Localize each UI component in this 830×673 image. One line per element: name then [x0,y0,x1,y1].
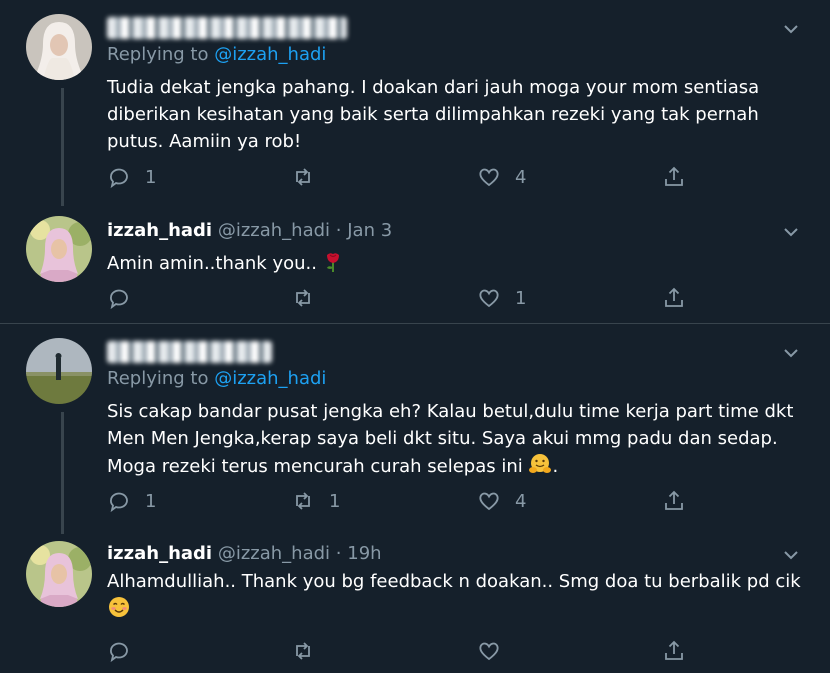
avatar-user-3[interactable] [26,338,92,404]
tweet-date[interactable]: 19h [347,543,381,564]
retweet-button[interactable]: 1 [291,486,340,516]
share-button[interactable] [662,283,686,313]
tweet-header [107,14,810,42]
user-handle[interactable]: @izzah_hadi [218,543,330,564]
tweet-header: izzah_hadi @izzah_hadi · 19h [107,540,810,568]
reply-icon [110,642,128,663]
like-icon [479,289,499,308]
share-button[interactable] [662,486,686,516]
retweet-icon [296,492,310,510]
chevron-down-icon[interactable] [782,546,800,564]
avatar-user-1[interactable] [26,14,92,80]
like-button[interactable]: 4 [477,486,526,516]
tweet-text-wrap: Sis cakap bandar pusat jengka eh? Kalau … [107,398,797,480]
reply-button[interactable]: 1 [107,486,156,516]
tweet-text: Tudia dekat jengka pahang. I doakan dari… [107,77,760,152]
tweet-text: Alhamdulliah.. Thank you bg feedback n d… [107,571,801,592]
mention-link[interactable]: @izzah_hadi [214,368,326,389]
reply-count: 1 [145,166,157,188]
replying-to: Replying to @izzah_hadi [107,366,810,392]
separator-dot: · [335,220,342,241]
display-name[interactable]: izzah_hadi [107,543,212,564]
like-count: 1 [515,287,527,309]
tweet-3[interactable]: Replying to @izzah_hadi Sis cakap bandar… [0,324,830,534]
retweet-count: 1 [329,490,341,512]
retweet-button[interactable] [291,636,329,666]
reply-icon [110,289,128,310]
like-icon [479,492,499,511]
display-name[interactable]: izzah_hadi [107,220,212,241]
tweet-header [107,338,810,366]
tweet-header: izzah_hadi @izzah_hadi · Jan 3 [107,217,810,245]
retweet-icon [296,289,310,307]
like-icon [479,642,499,661]
like-icon [479,168,499,187]
thread-line [61,412,64,534]
share-icon [665,166,683,186]
mention-link[interactable]: @izzah_hadi [214,44,326,65]
rose-emoji-icon [326,253,339,272]
like-button[interactable]: 4 [477,162,526,192]
reply-button[interactable]: 1 [107,162,156,192]
tweet-text: Sis cakap bandar pusat jengka eh? Kalau … [107,401,794,477]
tweet-2[interactable]: izzah_hadi @izzah_hadi · Jan 3 Amin amin… [0,205,830,323]
reply-icon [110,492,128,513]
separator-dot: · [335,543,342,564]
chevron-down-icon[interactable] [782,344,800,362]
retweet-icon [296,168,310,186]
tweet-text: Amin amin..thank you.. [107,253,317,274]
tweet-4[interactable]: izzah_hadi @izzah_hadi · 19h Alhamdullia… [0,534,830,673]
avatar-izzah-hadi[interactable] [26,216,92,282]
share-button[interactable] [662,162,686,192]
share-icon [665,287,683,307]
user-handle[interactable]: @izzah_hadi [218,220,330,241]
thread-line [61,88,64,206]
reply-button[interactable] [107,283,145,313]
tweet-text-end: . [552,456,559,477]
replying-to: Replying to @izzah_hadi [107,42,810,68]
replying-prefix: Replying to [107,44,209,65]
hugging-face-emoji-icon [529,454,552,473]
retweet-icon [296,642,310,660]
tweet-1[interactable]: Replying to @izzah_hadi Tudia dekat jeng… [0,0,830,206]
blurred-username [107,17,347,39]
share-icon [665,640,683,660]
reply-icon [110,168,128,189]
like-button[interactable] [477,636,515,666]
smiling-face-emoji-icon [109,597,129,617]
share-icon [665,490,683,510]
tweet-text-wrap: Alhamdulliah.. Thank you bg feedback n d… [107,568,807,623]
retweet-button[interactable] [291,162,329,192]
avatar-izzah-hadi[interactable] [26,541,92,607]
chevron-down-icon[interactable] [782,20,800,38]
share-button[interactable] [662,636,686,666]
reply-button[interactable] [107,636,145,666]
tweet-text-wrap: Amin amin..thank you.. [107,249,810,277]
retweet-button[interactable] [291,283,329,313]
like-button[interactable]: 1 [477,283,526,313]
reply-count: 1 [145,490,157,512]
like-count: 4 [515,490,527,512]
like-count: 4 [515,166,527,188]
chevron-down-icon[interactable] [782,223,800,241]
tweet-date[interactable]: Jan 3 [347,220,392,241]
replying-prefix: Replying to [107,368,209,389]
blurred-username [107,341,272,363]
